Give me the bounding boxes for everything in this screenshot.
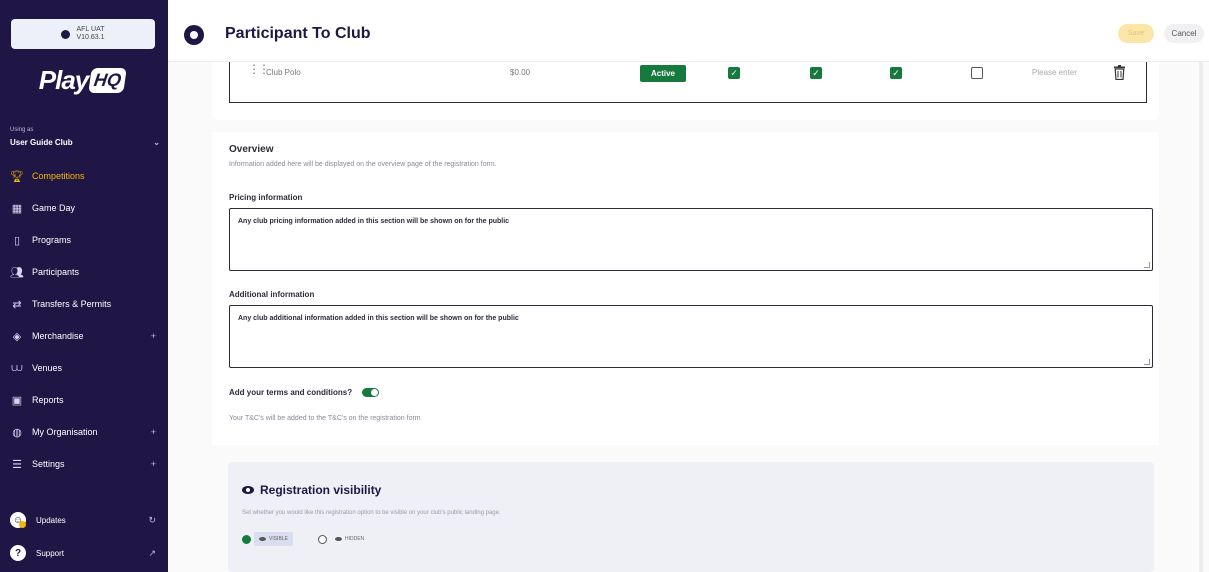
globe-icon: ◍ — [12, 426, 22, 439]
eye-icon — [259, 537, 266, 541]
hidden-option[interactable]: HIDDEN — [330, 532, 369, 546]
hidden-radio[interactable] — [318, 535, 327, 544]
additional-information-textarea[interactable]: Any club additional information added in… — [229, 305, 1153, 368]
sidebar-item-merchandise[interactable]: ◈ Merchandise + — [0, 320, 168, 352]
save-button[interactable]: Save — [1118, 24, 1154, 43]
updates-avatar-icon: ☺ — [10, 512, 26, 528]
book-icon: ▯ — [13, 234, 21, 247]
eye-icon — [335, 537, 342, 541]
overview-title: Overview — [229, 144, 274, 155]
expand-plus-icon: + — [150, 459, 156, 469]
drag-handle-icon[interactable]: ⋮⋮ — [248, 62, 270, 76]
terms-label: Add your terms and conditions? — [229, 388, 353, 397]
sidebar-item-venues[interactable]: ⩊ Venues — [0, 352, 168, 384]
eye-icon — [242, 486, 254, 494]
sidebar-item-reports[interactable]: ▣ Reports — [0, 384, 168, 416]
sidebar-item-competitions[interactable]: 🏆︎ Competitions — [0, 160, 168, 192]
environment-name: AFL UAT — [76, 26, 105, 33]
users-icon: 👥︎ — [10, 266, 24, 279]
product-row: ⋮⋮ Club Polo $0.00 Active ✓ ✓ ✓ Please e… — [229, 62, 1147, 103]
cancel-button[interactable]: Cancel — [1164, 24, 1204, 43]
status-badge: Active — [640, 65, 686, 82]
option-checkbox-2[interactable]: ✓ — [810, 67, 822, 79]
sidebar-item-my-organisation[interactable]: ◍ My Organisation + — [0, 416, 168, 448]
option-checkbox-1[interactable]: ✓ — [728, 67, 740, 79]
support-link[interactable]: ? Support ↗ — [0, 538, 168, 568]
organisation-name: User Guide Club — [10, 138, 73, 147]
page-title: Participant To Club — [225, 25, 371, 42]
updates-link[interactable]: ☺ Updates ↻ — [0, 505, 168, 535]
overview-section: Overview Information added here will be … — [212, 132, 1159, 445]
sidebar-item-settings[interactable]: ☰ Settings + — [0, 448, 168, 480]
visible-option[interactable]: VISIBLE — [254, 532, 293, 546]
playhq-logo[interactable]: Play HQ — [32, 62, 132, 98]
sidebar-item-game-day[interactable]: ▦ Game Day — [0, 192, 168, 224]
box-icon: ◈ — [12, 330, 22, 343]
sliders-icon: ☰ — [12, 458, 22, 471]
page-header: Participant To Club Save Cancel — [168, 0, 1209, 62]
settings-gear-icon — [184, 25, 204, 45]
visibility-title: Registration visibility — [242, 483, 381, 497]
expand-plus-icon: + — [150, 427, 156, 437]
visible-radio[interactable] — [242, 535, 251, 544]
pricing-information-label: Pricing information — [229, 193, 303, 202]
trash-icon[interactable] — [1113, 65, 1126, 80]
expand-plus-icon: + — [150, 331, 156, 341]
refresh-icon: ↻ — [148, 514, 156, 525]
pricing-information-textarea[interactable]: Any club pricing information added in th… — [229, 208, 1153, 271]
visibility-description: Set whether you would like this registra… — [242, 510, 501, 516]
product-name: Club Polo — [266, 68, 301, 77]
notification-dot — [19, 521, 26, 528]
sidebar: AFL UAT V10.63.1 Play HQ Using as User Gu… — [0, 0, 168, 572]
sidebar-item-programs[interactable]: ▯ Programs — [0, 224, 168, 256]
products-card: ⋮⋮ Club Polo $0.00 Active ✓ ✓ ✓ Please e… — [212, 62, 1159, 120]
sidebar-item-participants[interactable]: 👥︎ Participants — [0, 256, 168, 288]
chevron-down-icon: ⌄ — [153, 138, 160, 147]
additional-information-label: Additional information — [229, 290, 315, 299]
environment-version: V10.63.1 — [76, 34, 105, 41]
environment-badge[interactable]: AFL UAT V10.63.1 — [11, 19, 155, 49]
help-icon: ? — [10, 545, 26, 561]
main-content: ⋮⋮ Club Polo $0.00 Active ✓ ✓ ✓ Please e… — [168, 62, 1209, 572]
terms-description: Your T&C's will be added to the T&C's on… — [229, 415, 421, 422]
scrollbar[interactable] — [1199, 62, 1203, 572]
using-as-label: Using as — [10, 127, 34, 133]
sidebar-item-transfers-permits[interactable]: ⇄ Transfers & Permits — [0, 288, 168, 320]
transfer-icon: ⇄ — [12, 298, 22, 311]
registration-visibility-section: Registration visibility Set whether you … — [228, 462, 1154, 572]
sidebar-nav: 🏆︎ Competitions ▦ Game Day ▯ Programs 👥︎… — [0, 160, 168, 480]
organisation-switcher[interactable]: User Guide Club ⌄ — [10, 138, 160, 147]
terms-toggle[interactable] — [362, 388, 379, 397]
overview-description: Information added here will be displayed… — [229, 161, 497, 168]
stadium-icon: ⩊ — [11, 361, 23, 374]
environment-dot-icon — [61, 29, 71, 39]
quantity-input[interactable]: Please enter — [1032, 68, 1077, 77]
reports-icon: ▣ — [11, 394, 23, 407]
scoreboard-icon: ▦ — [11, 202, 23, 215]
trophy-icon: 🏆︎ — [10, 170, 24, 183]
option-checkbox-3[interactable]: ✓ — [890, 67, 902, 79]
external-link-icon: ↗ — [148, 547, 156, 558]
option-checkbox-4[interactable] — [971, 67, 983, 79]
product-price: $0.00 — [510, 68, 531, 77]
